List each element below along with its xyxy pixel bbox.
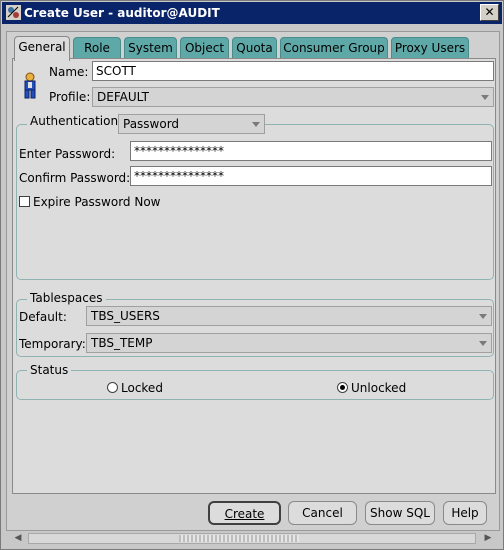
cancel-button-label: Cancel bbox=[302, 506, 343, 520]
tab-object[interactable]: Object bbox=[180, 37, 229, 59]
profile-label: Profile: bbox=[49, 90, 91, 104]
general-panel: Name: SCOTT Profile: DEFAULT Authenticat… bbox=[12, 58, 496, 494]
authentication-type-select[interactable]: Password bbox=[118, 114, 265, 134]
chevron-down-icon bbox=[479, 314, 487, 319]
temporary-tablespace-select[interactable]: TBS_TEMP bbox=[86, 333, 492, 353]
scroll-right-icon[interactable]: ▶ bbox=[482, 532, 494, 545]
create-user-window: Create User - auditor@AUDIT ✕ General Ro… bbox=[0, 0, 504, 550]
status-group bbox=[16, 370, 494, 400]
tab-object-label: Object bbox=[184, 41, 225, 55]
confirm-password-field[interactable]: *************** bbox=[130, 166, 492, 186]
chevron-down-icon bbox=[252, 122, 260, 127]
tablespaces-legend: Tablespaces bbox=[27, 291, 106, 305]
unlocked-label: Unlocked bbox=[351, 381, 407, 395]
scroll-thumb[interactable] bbox=[179, 535, 299, 542]
confirm-password-label: Confirm Password: bbox=[19, 171, 131, 185]
tab-proxy-users-label: Proxy Users bbox=[394, 41, 466, 55]
scroll-left-icon[interactable]: ◀ bbox=[12, 532, 24, 545]
name-label: Name: bbox=[49, 65, 89, 79]
enter-password-field[interactable]: *************** bbox=[130, 141, 492, 161]
authentication-type-value: Password bbox=[123, 117, 180, 131]
chevron-down-icon bbox=[481, 95, 489, 100]
default-tablespace-select[interactable]: TBS_USERS bbox=[86, 306, 492, 326]
tab-quota[interactable]: Quota bbox=[232, 37, 277, 59]
title-bar[interactable]: Create User - auditor@AUDIT ✕ bbox=[2, 2, 502, 24]
app-icon bbox=[6, 5, 21, 20]
chevron-down-icon bbox=[479, 341, 487, 346]
show-sql-button[interactable]: Show SQL bbox=[365, 501, 435, 525]
show-sql-button-label: Show SQL bbox=[370, 506, 430, 520]
name-field[interactable]: SCOTT bbox=[92, 61, 494, 81]
profile-select[interactable]: DEFAULT bbox=[92, 87, 494, 107]
default-tablespace-label: Default: bbox=[19, 310, 67, 324]
scroll-track[interactable] bbox=[28, 533, 476, 544]
expire-password-label: Expire Password Now bbox=[33, 195, 161, 209]
user-icon bbox=[24, 72, 36, 99]
help-button[interactable]: Help bbox=[443, 501, 487, 525]
unlocked-radio[interactable] bbox=[337, 382, 348, 393]
close-button[interactable]: ✕ bbox=[480, 4, 499, 21]
window-title: Create User - auditor@AUDIT bbox=[24, 6, 220, 20]
enter-password-label: Enter Password: bbox=[19, 147, 116, 161]
expire-password-checkbox[interactable] bbox=[19, 196, 30, 207]
authentication-legend: Authentication bbox=[27, 114, 122, 128]
locked-label: Locked bbox=[121, 381, 163, 395]
tab-role-label: Role bbox=[84, 41, 110, 55]
create-button-label: Create bbox=[224, 507, 265, 521]
tab-consumer-group[interactable]: Consumer Group bbox=[280, 37, 388, 59]
default-tablespace-value: TBS_USERS bbox=[91, 309, 160, 323]
tab-general-label: General bbox=[18, 40, 66, 54]
tab-general[interactable]: General bbox=[14, 36, 70, 61]
horizontal-scrollbar[interactable]: ◀ ▶ bbox=[6, 530, 500, 546]
tab-consumer-group-label: Consumer Group bbox=[283, 41, 385, 55]
locked-radio[interactable] bbox=[107, 382, 118, 393]
status-legend: Status bbox=[27, 363, 72, 377]
temporary-tablespace-value: TBS_TEMP bbox=[91, 336, 153, 350]
tab-quota-label: Quota bbox=[236, 41, 273, 55]
tab-system-label: System bbox=[128, 41, 173, 55]
create-button[interactable]: Create bbox=[208, 501, 281, 525]
help-button-label: Help bbox=[451, 506, 479, 520]
tab-role[interactable]: Role bbox=[73, 37, 121, 59]
profile-value: DEFAULT bbox=[97, 90, 149, 104]
tab-proxy-users[interactable]: Proxy Users bbox=[391, 37, 469, 59]
close-icon: ✕ bbox=[484, 5, 495, 19]
temporary-tablespace-label: Temporary: bbox=[19, 337, 86, 351]
cancel-button[interactable]: Cancel bbox=[288, 501, 357, 525]
tab-system[interactable]: System bbox=[124, 37, 177, 59]
